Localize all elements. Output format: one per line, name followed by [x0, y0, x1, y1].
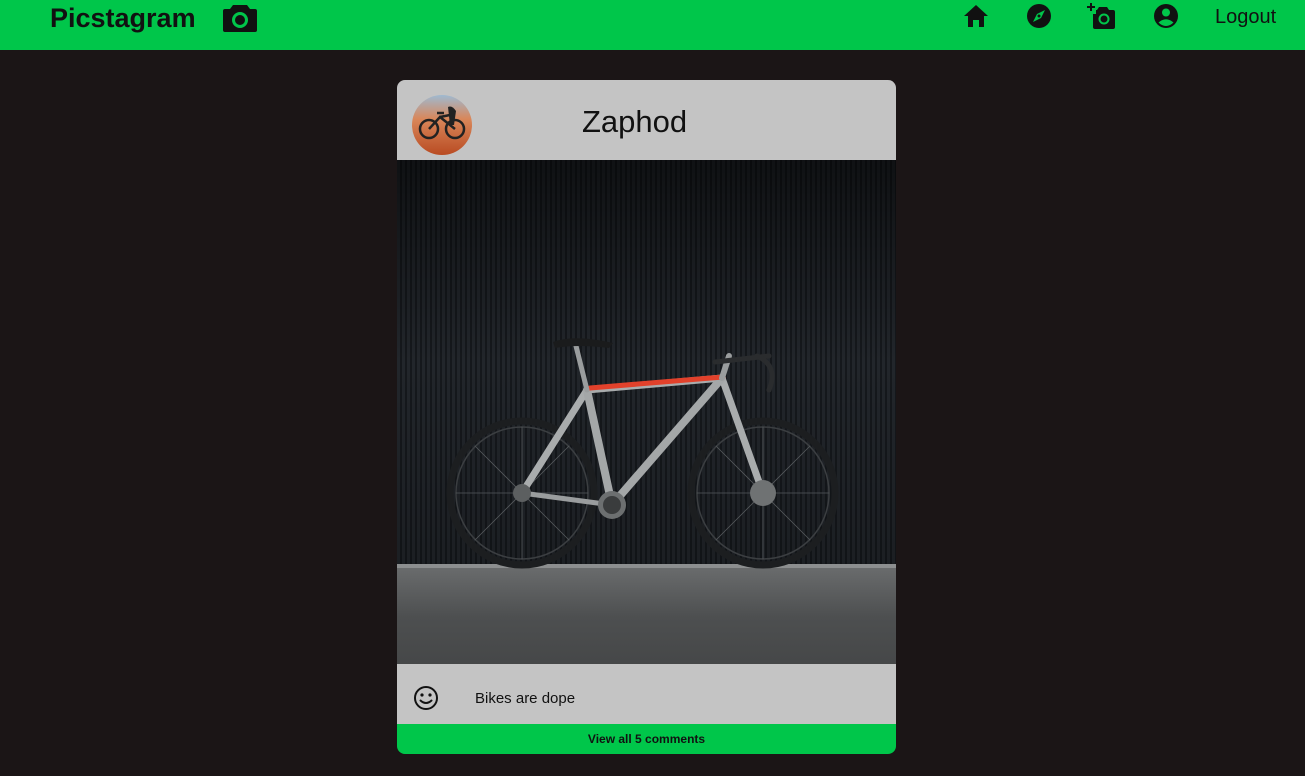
caption-bar: Bikes are dope [397, 664, 896, 724]
post-caption: Bikes are dope [475, 690, 576, 707]
account-icon[interactable] [1152, 2, 1180, 30]
explore-compass-icon[interactable] [1025, 2, 1053, 30]
brand-title[interactable]: Picstagram [50, 3, 196, 34]
home-icon[interactable] [962, 2, 990, 30]
post-username[interactable]: Zaphod [582, 104, 687, 140]
logout-link[interactable]: Logout [1215, 6, 1276, 29]
post-card: Zaphod Bikes are dope View all 5 comment… [397, 80, 896, 754]
add-photo-icon[interactable] [1087, 2, 1117, 30]
post-header: Zaphod [397, 80, 896, 160]
camera-icon [223, 5, 257, 32]
smiley-icon[interactable] [413, 685, 439, 711]
post-photo [397, 160, 896, 740]
navbar: Picstagram Logout [0, 0, 1305, 50]
view-comments-button[interactable]: View all 5 comments [397, 724, 896, 754]
avatar[interactable] [412, 95, 472, 155]
